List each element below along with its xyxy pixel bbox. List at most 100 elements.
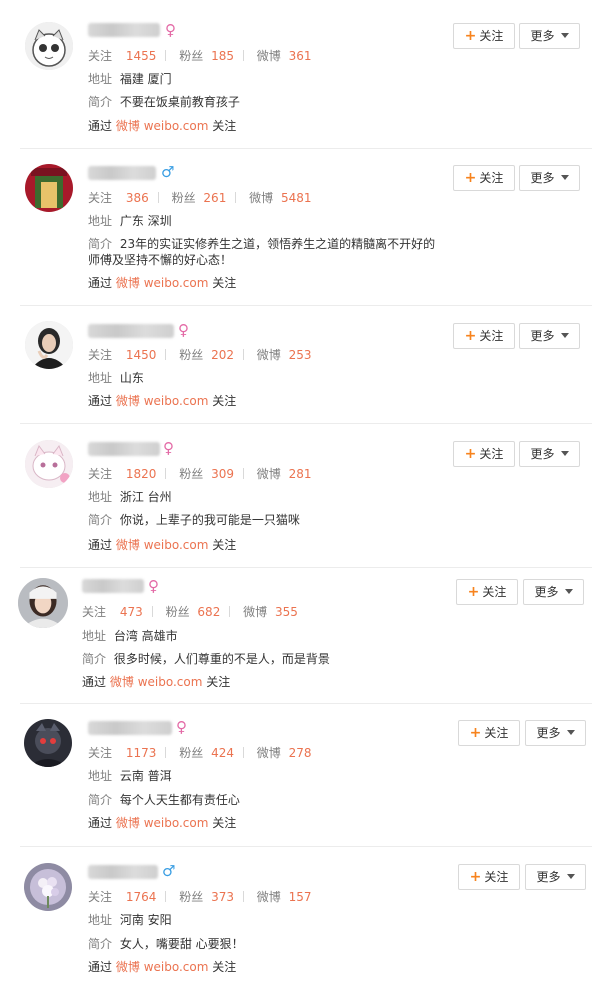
intro-row: 简介 你说，上辈子的我可能是一只猫咪 xyxy=(88,513,300,527)
username-blurred[interactable] xyxy=(88,721,172,735)
avatar[interactable] xyxy=(25,321,73,369)
more-button-label: 更多 xyxy=(534,585,559,599)
chevron-down-icon xyxy=(560,333,569,338)
address-value: 广东 深圳 xyxy=(119,214,172,228)
weibo-count[interactable]: 5481 xyxy=(281,191,312,205)
via-row: 通过 微博 weibo.com 关注 xyxy=(88,538,236,552)
address-label: 地址 xyxy=(88,490,113,504)
address-label: 地址 xyxy=(88,214,113,228)
via-domain-link[interactable]: weibo.com xyxy=(144,960,209,974)
via-weibo-link[interactable]: 微博 xyxy=(116,276,140,290)
via-domain-link[interactable]: weibo.com xyxy=(138,675,203,689)
chevron-down-icon xyxy=(560,175,569,180)
via-prefix: 通过 xyxy=(88,276,113,290)
gender-female-icon: ♀ xyxy=(176,718,187,736)
intro-row-continued: 师傅及坚持不懈的好心态！ xyxy=(88,253,232,267)
username-blurred[interactable] xyxy=(82,579,144,593)
following-count[interactable]: 473 xyxy=(120,605,143,619)
intro-value: 你说，上辈子的我可能是一只猫咪 xyxy=(119,513,300,527)
following-label: 关注 xyxy=(88,890,113,904)
follow-button[interactable]: + 关注 xyxy=(453,165,515,191)
weibo-count[interactable]: 281 xyxy=(289,467,312,481)
intro-row: 简介 每个人天生都有责任心 xyxy=(88,793,240,807)
username-blurred[interactable] xyxy=(88,324,174,338)
following-count[interactable]: 1820 xyxy=(126,467,157,481)
avatar[interactable] xyxy=(18,578,68,628)
fans-count[interactable]: 682 xyxy=(197,605,220,619)
via-domain-link[interactable]: weibo.com xyxy=(144,538,209,552)
intro-label: 简介 xyxy=(88,937,113,951)
avatar[interactable] xyxy=(25,164,73,212)
user-card: ♂ 关注 1764 粉丝 373 微博 157 地址 河南 安阳 简介 女人，嘴… xyxy=(0,0,600,974)
weibo-label: 微博 xyxy=(243,605,268,619)
via-suffix: 关注 xyxy=(212,816,237,830)
address-label: 地址 xyxy=(82,629,107,643)
via-prefix: 通过 xyxy=(88,538,113,552)
address-label: 地址 xyxy=(88,913,113,927)
weibo-count[interactable]: 157 xyxy=(289,890,312,904)
following-label: 关注 xyxy=(88,467,113,481)
plus-icon: + xyxy=(469,725,482,741)
gender-male-icon: ♂ xyxy=(161,163,175,181)
weibo-label: 微博 xyxy=(256,890,281,904)
avatar[interactable] xyxy=(24,863,72,911)
plus-icon: + xyxy=(464,170,477,186)
divider xyxy=(20,567,592,568)
address-value: 浙江 台州 xyxy=(119,490,172,504)
following-count[interactable]: 1450 xyxy=(126,348,157,362)
follow-button[interactable]: + 关注 xyxy=(453,323,515,349)
follow-button[interactable]: + 关注 xyxy=(456,579,518,605)
more-button[interactable]: 更多 xyxy=(519,165,580,191)
weibo-count[interactable]: 253 xyxy=(289,348,312,362)
follow-button-label: 关注 xyxy=(482,585,507,599)
gender-female-icon: ♀ xyxy=(163,439,174,457)
weibo-label: 微博 xyxy=(256,348,281,362)
fans-count[interactable]: 202 xyxy=(211,348,234,362)
follow-button[interactable]: + 关注 xyxy=(458,720,520,746)
more-button[interactable]: 更多 xyxy=(525,864,586,890)
fans-count[interactable]: 424 xyxy=(211,746,234,760)
follow-button-label: 关注 xyxy=(479,329,504,343)
fans-count[interactable]: 309 xyxy=(211,467,234,481)
address-value: 云南 普洱 xyxy=(119,769,172,783)
via-prefix: 通过 xyxy=(88,960,113,974)
avatar[interactable] xyxy=(24,719,72,767)
username-blurred[interactable] xyxy=(88,166,156,180)
following-count[interactable]: 386 xyxy=(126,191,149,205)
intro-label: 简介 xyxy=(88,513,113,527)
via-domain-link[interactable]: weibo.com xyxy=(144,276,209,290)
via-weibo-link[interactable]: 微博 xyxy=(116,816,140,830)
following-count[interactable]: 1764 xyxy=(126,890,157,904)
via-domain-link[interactable]: weibo.com xyxy=(144,816,209,830)
more-button-label: 更多 xyxy=(536,726,561,740)
following-label: 关注 xyxy=(88,746,113,760)
follow-button[interactable]: + 关注 xyxy=(458,864,520,890)
divider xyxy=(20,703,592,704)
follow-button[interactable]: + 关注 xyxy=(453,441,515,467)
username-blurred[interactable] xyxy=(88,865,158,879)
more-button[interactable]: 更多 xyxy=(519,441,580,467)
via-domain-link[interactable]: weibo.com xyxy=(144,394,209,408)
address-row: 地址 云南 普洱 xyxy=(88,769,172,783)
avatar[interactable] xyxy=(25,440,73,488)
via-row: 通过 微博 weibo.com 关注 xyxy=(82,675,230,689)
via-weibo-link[interactable]: 微博 xyxy=(116,538,140,552)
follow-button-label: 关注 xyxy=(479,447,504,461)
intro-value: 每个人天生都有责任心 xyxy=(119,793,240,807)
fans-count[interactable]: 261 xyxy=(203,191,226,205)
more-button[interactable]: 更多 xyxy=(523,579,584,605)
address-row: 地址 台湾 高雄市 xyxy=(82,629,178,643)
following-count[interactable]: 1173 xyxy=(126,746,157,760)
via-weibo-link[interactable]: 微博 xyxy=(116,394,140,408)
username-blurred[interactable] xyxy=(88,442,160,456)
more-button[interactable]: 更多 xyxy=(525,720,586,746)
weibo-count[interactable]: 278 xyxy=(289,746,312,760)
weibo-count[interactable]: 355 xyxy=(275,605,298,619)
via-weibo-link[interactable]: 微博 xyxy=(110,675,134,689)
gender-female-icon: ♀ xyxy=(178,321,189,339)
fans-count[interactable]: 373 xyxy=(211,890,234,904)
via-weibo-link[interactable]: 微博 xyxy=(116,960,140,974)
weibo-label: 微博 xyxy=(256,746,281,760)
more-button[interactable]: 更多 xyxy=(519,323,580,349)
more-button-label: 更多 xyxy=(536,870,561,884)
